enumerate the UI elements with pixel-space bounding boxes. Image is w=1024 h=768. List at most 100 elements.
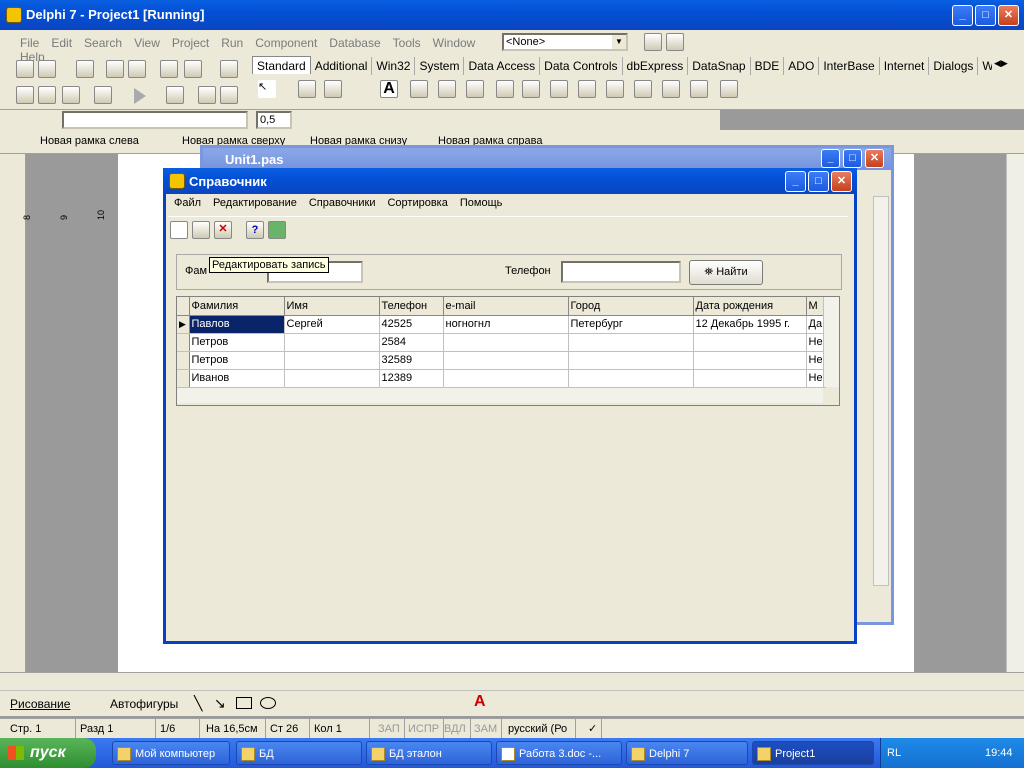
table-cell[interactable] [284, 351, 380, 370]
tab-data-controls[interactable]: Data Controls [540, 57, 623, 75]
menu-tools[interactable]: Tools [387, 36, 427, 50]
autoshapes-menu[interactable]: Автофигуры [110, 697, 178, 711]
unit-maximize-button[interactable]: □ [843, 149, 862, 168]
radiogroup-icon[interactable] [662, 80, 680, 98]
table-cell[interactable] [568, 351, 694, 370]
menu-fail[interactable]: Файл [168, 197, 207, 209]
menu-help-app[interactable]: Помощь [454, 197, 509, 209]
spelling-icon[interactable]: ✓ [584, 719, 603, 739]
table-cell[interactable]: ногногнл [443, 315, 569, 334]
menu-window[interactable]: Window [427, 36, 482, 50]
task-project1[interactable]: Project1 [752, 741, 874, 765]
open-project-icon[interactable] [128, 60, 146, 78]
exit-icon[interactable] [268, 221, 286, 239]
table-cell[interactable]: Сергей [284, 315, 380, 334]
combobox-icon[interactable] [578, 80, 596, 98]
word-vertical-scrollbar[interactable] [1006, 154, 1024, 672]
pause-icon[interactable] [166, 86, 184, 104]
save-desktop-icon[interactable] [644, 33, 662, 51]
actionlist-icon[interactable] [720, 80, 738, 98]
task-word[interactable]: Работа 3.doc -... [496, 741, 622, 765]
table-cell[interactable] [284, 369, 380, 388]
help-icon[interactable] [220, 60, 238, 78]
table-cell[interactable] [443, 351, 569, 370]
app-close-button[interactable]: ✕ [831, 171, 852, 192]
menu-run[interactable]: Run [215, 36, 249, 50]
label-icon[interactable]: A [380, 80, 398, 98]
table-cell[interactable] [568, 333, 694, 352]
size-combo[interactable]: 0,5 [256, 111, 292, 129]
tab-datasnap[interactable]: DataSnap [688, 57, 751, 75]
add-file-icon[interactable] [160, 60, 178, 78]
close-button[interactable]: ✕ [998, 5, 1019, 26]
listbox-icon[interactable] [550, 80, 568, 98]
table-cell[interactable]: Иванов [189, 369, 285, 388]
menu-edit[interactable]: Edit [45, 36, 78, 50]
unit-minimize-button[interactable]: _ [821, 149, 840, 168]
help-question-icon[interactable]: ? [246, 221, 264, 239]
set-debug-desktop-icon[interactable] [666, 33, 684, 51]
drawing-menu[interactable]: Рисование [10, 697, 70, 711]
table-cell[interactable] [693, 351, 807, 370]
phone-input[interactable] [561, 261, 681, 283]
run-icon[interactable] [134, 88, 146, 104]
table-row[interactable]: Петров 32589 Не [177, 351, 826, 370]
unit-title-bar[interactable]: Unit1.pas _ □ ✕ [203, 148, 891, 170]
table-cell[interactable]: Петров [189, 351, 285, 370]
language-indicator[interactable]: RL [887, 738, 901, 768]
grid-hscroll[interactable] [177, 387, 823, 403]
step-over-icon[interactable] [220, 86, 238, 104]
app-title-bar[interactable]: Справочник _ □ ✕ [163, 168, 857, 194]
table-cell[interactable] [568, 369, 694, 388]
button-icon[interactable] [466, 80, 484, 98]
tab-data-access[interactable]: Data Access [464, 57, 541, 75]
oval-icon[interactable] [260, 697, 276, 709]
table-cell[interactable] [693, 369, 807, 388]
font-combo[interactable] [62, 111, 248, 129]
table-cell[interactable]: 2584 [379, 333, 444, 352]
table-cell[interactable]: Павлов [189, 315, 285, 334]
tab-win31[interactable]: Win3 [978, 57, 992, 75]
tab-system[interactable]: System [415, 57, 465, 75]
menu-view[interactable]: View [128, 36, 166, 50]
remove-file-icon[interactable] [184, 60, 202, 78]
column-header[interactable]: Фамилия [189, 297, 285, 316]
status-rec[interactable]: ЗАП [374, 719, 405, 739]
app-maximize-button[interactable]: □ [808, 171, 829, 192]
view-unit-icon[interactable] [16, 86, 34, 104]
table-row[interactable]: ▶ Павлов Сергей 42525 ногногнл Петербург 12 Де… [177, 315, 826, 334]
column-header[interactable]: Дата рождения [693, 297, 807, 316]
start-button[interactable]: пуск [0, 738, 96, 768]
edit-record-icon[interactable] [192, 221, 210, 239]
groupbox-icon[interactable] [634, 80, 652, 98]
tab-bde[interactable]: BDE [751, 57, 785, 75]
rectangle-icon[interactable] [236, 697, 252, 709]
table-cell[interactable] [284, 333, 380, 352]
menu-file[interactable]: File [14, 36, 45, 50]
menu-sorting[interactable]: Сортировка [381, 197, 453, 209]
tab-interbase[interactable]: InterBase [819, 57, 880, 75]
task-bd[interactable]: БД [236, 741, 362, 765]
trace-into-icon[interactable] [198, 86, 216, 104]
checkbox-icon[interactable] [496, 80, 514, 98]
tab-ado[interactable]: ADO [784, 57, 820, 75]
column-header[interactable]: Телефон [379, 297, 444, 316]
column-header[interactable]: Имя [284, 297, 380, 316]
table-row[interactable]: Иванов 12389 Не [177, 369, 826, 388]
new-icon[interactable] [16, 60, 34, 78]
new-frame-left-button[interactable]: Новая рамка слева [40, 135, 139, 147]
minimize-button[interactable]: _ [952, 5, 973, 26]
delete-record-icon[interactable]: ✕ [214, 221, 232, 239]
open-icon[interactable] [38, 60, 56, 78]
panel-icon[interactable] [690, 80, 708, 98]
tab-additional[interactable]: Additional [311, 57, 373, 75]
status-trk[interactable]: ИСПР [404, 719, 445, 739]
arrow-icon[interactable]: ↘ [214, 695, 226, 712]
line-icon[interactable]: ╲ [194, 695, 202, 712]
ide-title-bar[interactable]: Delphi 7 - Project1 [Running] _ □ ✕ [0, 0, 1024, 30]
menu-search[interactable]: Search [78, 36, 128, 50]
menu-directories[interactable]: Справочники [303, 197, 382, 209]
table-cell[interactable]: 42525 [379, 315, 444, 334]
tab-dbexpress[interactable]: dbExpress [623, 57, 689, 75]
new-record-icon[interactable] [170, 221, 188, 239]
